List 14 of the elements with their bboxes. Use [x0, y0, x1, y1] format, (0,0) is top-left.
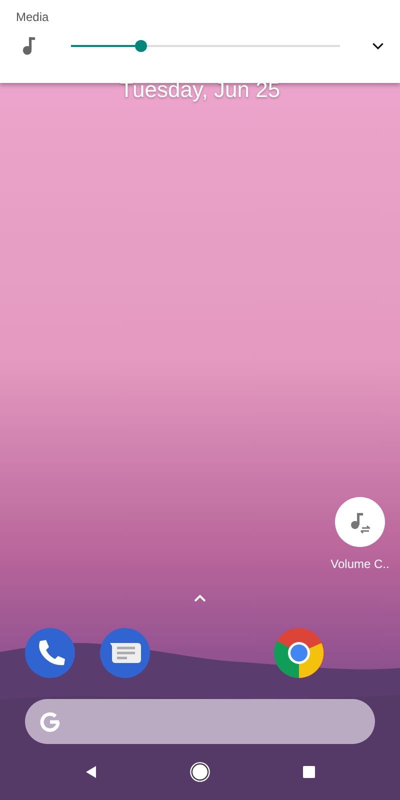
chevron-up-icon[interactable] [193, 593, 207, 603]
shortcut-label[interactable]: Volume C.. [330, 557, 390, 571]
panel-title: Media [16, 10, 49, 24]
music-note-icon [22, 36, 36, 56]
search-bar[interactable] [25, 699, 375, 744]
back-icon[interactable] [84, 765, 98, 779]
browser-app-icon[interactable] [274, 628, 324, 678]
date-text: Tuesday, Jun 25 [120, 77, 280, 103]
messages-app-icon[interactable] [100, 628, 150, 678]
chevron-down-icon[interactable] [372, 42, 384, 50]
g-logo-icon [38, 710, 62, 734]
home-icon[interactable] [190, 762, 210, 782]
phone-app-icon[interactable] [25, 628, 75, 678]
recents-icon[interactable] [302, 765, 316, 779]
